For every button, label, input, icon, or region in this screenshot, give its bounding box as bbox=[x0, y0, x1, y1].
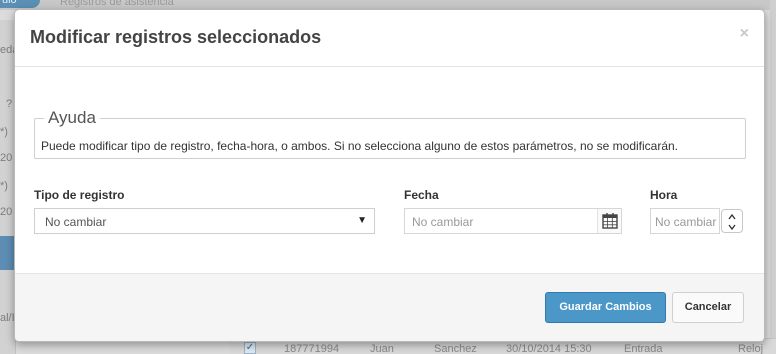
time-label: Hora bbox=[650, 188, 678, 202]
sidebar-fragment: 20 bbox=[0, 152, 13, 164]
row-cell-id: 187771994 bbox=[284, 343, 340, 354]
modal-header: Modificar registros seleccionados × bbox=[15, 10, 764, 67]
row-checkbox: ✓ bbox=[244, 342, 256, 354]
help-text: Puede modificar tipo de registro, fecha-… bbox=[41, 139, 679, 153]
background-pill-tab: ulo bbox=[0, 0, 40, 8]
row-cell-datetime: 30/10/2014 15:30 bbox=[506, 343, 592, 354]
row-cell-type: Entrada bbox=[624, 343, 663, 354]
chevron-down-icon[interactable] bbox=[727, 222, 737, 232]
modal-title: Modificar registros seleccionados bbox=[30, 27, 322, 47]
time-spinner[interactable] bbox=[721, 209, 743, 233]
date-placeholder: No cambiar bbox=[412, 215, 474, 229]
date-label: Fecha bbox=[404, 188, 439, 202]
row-cell-surname: Sanchez bbox=[434, 343, 477, 354]
cancel-button[interactable]: Cancelar bbox=[672, 292, 744, 323]
record-type-value: No cambiar bbox=[45, 215, 107, 229]
caret-down-icon: ▼ bbox=[357, 215, 367, 226]
edit-records-modal: Modificar registros seleccionados × Ayud… bbox=[14, 9, 765, 342]
calendar-icon[interactable] bbox=[597, 209, 621, 233]
background-right-strip bbox=[770, 0, 776, 354]
row-cell-name: Juan bbox=[370, 343, 394, 354]
row-cell-source: Reloj bbox=[738, 343, 764, 354]
close-icon[interactable]: × bbox=[740, 25, 749, 43]
sidebar-fragment: *) bbox=[0, 180, 8, 192]
date-input[interactable]: No cambiar bbox=[404, 208, 622, 234]
record-type-select[interactable]: No cambiar ▼ bbox=[34, 208, 375, 234]
time-input[interactable]: No cambiar bbox=[650, 208, 720, 234]
sidebar-fragment: 20 bbox=[0, 206, 13, 218]
time-placeholder: No cambiar bbox=[655, 215, 717, 229]
sidebar-fragment: ? bbox=[6, 98, 13, 110]
chevron-up-icon[interactable] bbox=[727, 212, 737, 222]
sidebar-fragment: al/I bbox=[0, 312, 15, 324]
sidebar-fragment: *) bbox=[0, 126, 8, 138]
record-type-label: Tipo de registro bbox=[34, 188, 125, 202]
save-changes-button[interactable]: Guardar Cambios bbox=[545, 292, 666, 323]
background-tab-label: Registros de asistencia bbox=[60, 0, 174, 8]
help-legend: Ayuda bbox=[44, 108, 100, 128]
